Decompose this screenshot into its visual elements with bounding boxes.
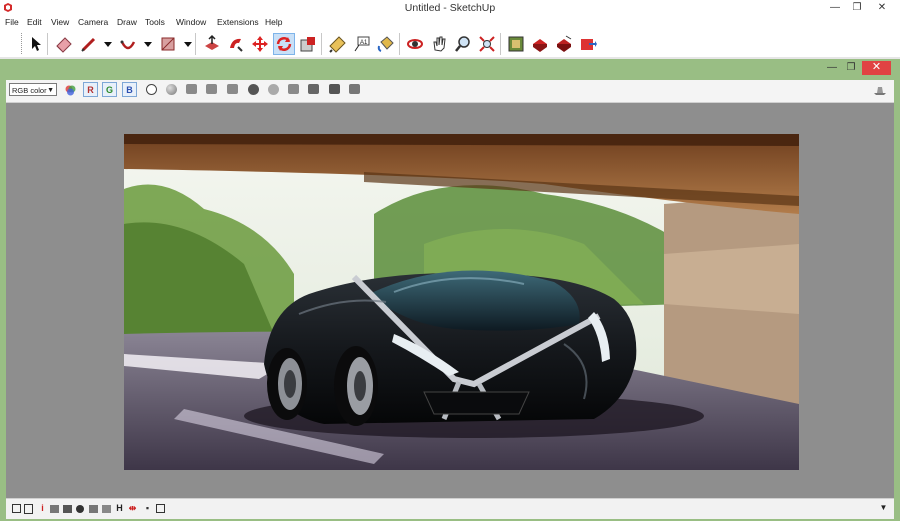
- card-icon[interactable]: [227, 84, 238, 94]
- menu-bar: File Edit View Camera Draw Tools Window …: [0, 16, 900, 30]
- follow-me-tool-icon[interactable]: [226, 34, 246, 54]
- zoom-extents-tool-icon[interactable]: [477, 34, 497, 54]
- color-wheel-icon[interactable]: [64, 84, 77, 97]
- save-icon[interactable]: [186, 84, 197, 94]
- hand-h-icon[interactable]: H: [115, 503, 124, 513]
- toolbar-separator: [47, 33, 48, 55]
- text-tool-icon[interactable]: A1: [352, 34, 372, 54]
- toolbar-grip[interactable]: [21, 33, 24, 54]
- info-icon[interactable]: i: [38, 503, 47, 513]
- arc-dropdown-icon[interactable]: [138, 34, 152, 54]
- gear-icon[interactable]: [268, 84, 279, 95]
- rectangle-tool-icon[interactable]: [158, 34, 178, 54]
- menu-camera[interactable]: Camera: [78, 17, 108, 27]
- dark-circle-icon[interactable]: [248, 84, 259, 95]
- svg-text:A1: A1: [360, 40, 368, 46]
- filter-icon[interactable]: [102, 505, 111, 513]
- move-tool-icon[interactable]: [250, 34, 270, 54]
- document-icon[interactable]: [24, 504, 33, 514]
- rectangle-dropdown-icon[interactable]: [178, 34, 192, 54]
- red-channel-button[interactable]: R: [83, 82, 98, 97]
- menu-edit[interactable]: Edit: [27, 17, 42, 27]
- toolbar-separator: [321, 33, 322, 55]
- color-mode-select[interactable]: RGB color ▼: [9, 83, 57, 96]
- menu-tools[interactable]: Tools: [145, 17, 165, 27]
- cards-icon[interactable]: [288, 84, 299, 94]
- scale-tool-icon[interactable]: [298, 34, 318, 54]
- toolbar-separator: [399, 33, 400, 55]
- share-model-icon[interactable]: [530, 34, 550, 54]
- child-close-button[interactable]: ✕: [862, 61, 891, 75]
- menu-file[interactable]: File: [5, 17, 19, 27]
- sports-car-image: [124, 134, 799, 470]
- 3d-warehouse-icon[interactable]: [506, 34, 526, 54]
- record-icon[interactable]: [76, 505, 84, 513]
- hat-icon[interactable]: [873, 84, 887, 97]
- status-bar: i H ⇹ ▪ ▼: [6, 498, 894, 519]
- arc-tool-icon[interactable]: [118, 34, 138, 54]
- title-bar: Untitled - SketchUp — ❐ ✕: [0, 0, 900, 16]
- filmstrip-icon[interactable]: [308, 84, 319, 94]
- compare-icon[interactable]: [349, 84, 360, 94]
- share-component-icon[interactable]: [554, 34, 574, 54]
- image-window: — ❐ ✕ RGB color ▼ R G B i H ⇹ ▪ ▼: [0, 59, 900, 521]
- green-channel-button[interactable]: G: [102, 82, 117, 97]
- window-title: Untitled - SketchUp: [404, 2, 496, 14]
- extension-warehouse-icon[interactable]: [578, 34, 598, 54]
- grid-icon[interactable]: [89, 505, 98, 513]
- chevron-down-icon: ▼: [47, 87, 54, 94]
- chevron-down-icon[interactable]: ▼: [879, 503, 888, 513]
- menu-draw[interactable]: Draw: [117, 17, 137, 27]
- minimize-button[interactable]: —: [824, 0, 846, 16]
- menu-extensions[interactable]: Extensions: [217, 17, 259, 27]
- paint-bucket-tool-icon[interactable]: [376, 34, 396, 54]
- histogram-icon[interactable]: [329, 84, 340, 94]
- child-minimize-button[interactable]: —: [823, 61, 841, 75]
- blue-channel-button[interactable]: B: [122, 82, 137, 97]
- orbit-tool-icon[interactable]: [405, 34, 425, 54]
- toolbar-separator: [500, 33, 501, 55]
- color-mode-value: RGB color: [12, 86, 47, 95]
- eraser-tool-icon[interactable]: [54, 34, 74, 54]
- crop-icon[interactable]: ▪: [143, 503, 152, 513]
- pan-tool-icon[interactable]: [429, 34, 449, 54]
- main-toolbar: A1: [0, 30, 900, 57]
- restore-button[interactable]: ❐: [846, 0, 868, 16]
- image-workspace: RGB color ▼ R G B i H ⇹ ▪ ▼: [6, 80, 894, 519]
- gray-sphere-icon[interactable]: [166, 84, 177, 95]
- window-icon[interactable]: [12, 504, 21, 513]
- color-toolbar: RGB color ▼ R G B: [6, 80, 894, 103]
- fit-icon[interactable]: [156, 504, 165, 513]
- tape-measure-tool-icon[interactable]: [328, 34, 348, 54]
- close-button[interactable]: ✕: [868, 0, 896, 16]
- line-tool-icon[interactable]: [79, 34, 99, 54]
- rotate-tool-icon[interactable]: [273, 33, 295, 55]
- push-pull-tool-icon[interactable]: [202, 34, 222, 54]
- folder-icon[interactable]: [63, 505, 72, 513]
- zoom-tool-icon[interactable]: [453, 34, 473, 54]
- menu-view[interactable]: View: [51, 17, 69, 27]
- menu-window[interactable]: Window: [176, 17, 206, 27]
- resize-icon[interactable]: ⇹: [128, 503, 137, 513]
- select-tool-icon[interactable]: [25, 34, 45, 54]
- layers-icon[interactable]: [206, 84, 217, 94]
- chart-icon[interactable]: [50, 505, 59, 513]
- line-dropdown-icon[interactable]: [98, 34, 112, 54]
- child-restore-button[interactable]: ❐: [842, 61, 860, 75]
- menu-help[interactable]: Help: [265, 17, 282, 27]
- car-photo: [124, 134, 799, 470]
- toolbar-separator: [195, 33, 196, 55]
- white-circle-icon[interactable]: [146, 84, 157, 95]
